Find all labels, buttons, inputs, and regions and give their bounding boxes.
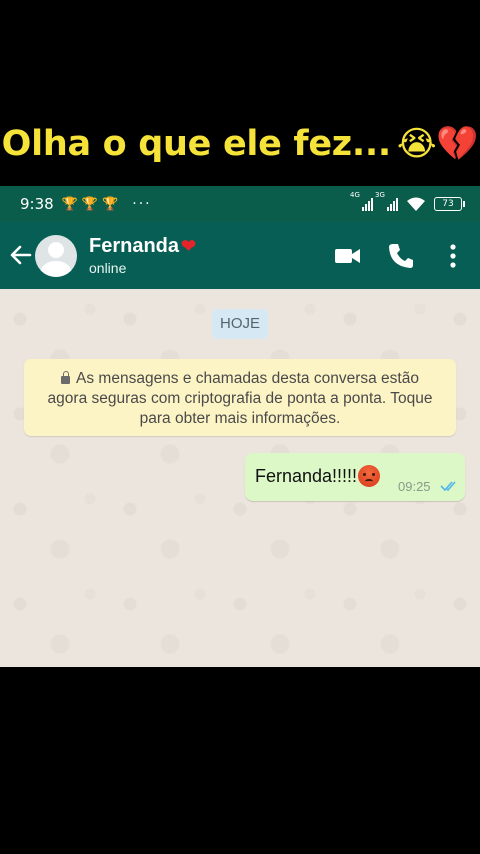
- signal-3g-icon: 3G: [375, 191, 398, 211]
- heart-emoji: ❤: [181, 236, 197, 256]
- angry-face-emoji: [358, 465, 381, 487]
- read-double-check-icon: [440, 481, 456, 492]
- notification-icons: 🏆🏆🏆: [61, 196, 123, 212]
- lock-icon: [61, 371, 71, 384]
- video-call-icon[interactable]: [333, 241, 363, 271]
- message-time: 09:25: [398, 479, 431, 494]
- contact-status: online: [89, 260, 127, 276]
- more-notifications-icon: ···: [132, 196, 152, 212]
- crying-broken-heart-emoji: 😭💔: [396, 124, 479, 164]
- signal-4g-icon: 4G: [350, 191, 373, 211]
- encryption-notice[interactable]: As mensagens e chamadas desta conversa e…: [24, 359, 456, 436]
- wifi-icon: [407, 197, 425, 211]
- whatsapp-screen: 9:38 🏆🏆🏆 ··· 4G 3G 73 Fernanda❤ online: [0, 186, 480, 667]
- video-caption: Olha o que ele fez... 😭💔: [0, 112, 480, 176]
- battery-icon: 73: [434, 197, 465, 211]
- contact-name-text: Fernanda: [89, 235, 180, 257]
- status-time: 9:38: [20, 195, 54, 213]
- outgoing-message[interactable]: Fernanda!!!!! 09:25: [245, 453, 465, 501]
- avatar[interactable]: [35, 235, 77, 277]
- status-bar: 9:38 🏆🏆🏆 ··· 4G 3G 73: [0, 186, 480, 222]
- back-arrow-icon[interactable]: [8, 240, 34, 270]
- more-vert-icon[interactable]: [440, 241, 470, 271]
- caption-text: Olha o que ele fez...: [1, 124, 391, 164]
- date-divider: HOJE: [212, 309, 268, 339]
- black-letterbox: [0, 667, 480, 854]
- phone-icon[interactable]: [386, 241, 416, 271]
- chat-area[interactable]: HOJE As mensagens e chamadas desta conve…: [0, 289, 480, 667]
- message-text: Fernanda!!!!!: [255, 465, 381, 487]
- contact-name[interactable]: Fernanda ❤: [89, 235, 196, 258]
- chat-header: Fernanda ❤ online: [0, 222, 480, 289]
